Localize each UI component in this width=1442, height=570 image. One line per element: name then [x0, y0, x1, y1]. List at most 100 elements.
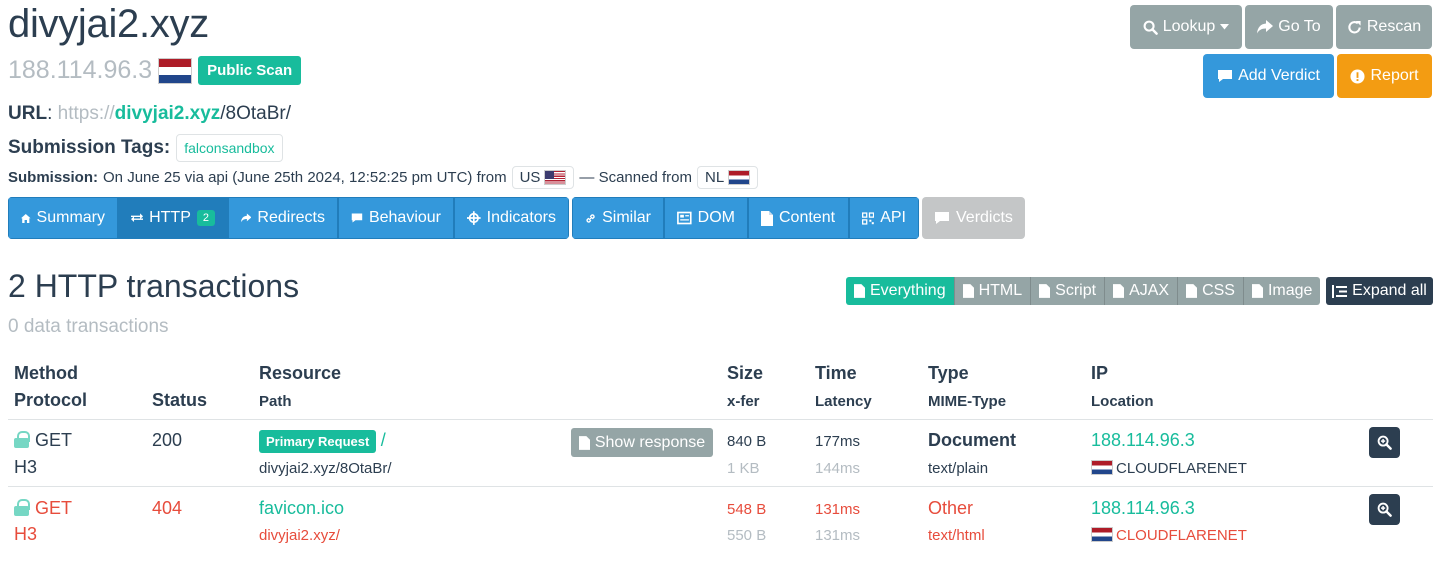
lookup-button[interactable]: Lookup — [1130, 5, 1242, 49]
lock-icon — [14, 499, 30, 516]
col-latency: Latency — [815, 393, 872, 410]
type-filter-group: Everything HTML Script AJAX CSS Image — [846, 277, 1321, 305]
qrcode-icon — [862, 211, 875, 225]
row1-latency: 144ms — [815, 460, 861, 477]
row1-size: 840 B — [727, 433, 767, 450]
submission-label: Submission: — [8, 169, 99, 186]
row1-path: divyjai2.xyz/8OtaBr/ — [259, 460, 392, 477]
zoom-in-icon — [1377, 502, 1392, 517]
row2-ip-link[interactable]: 188.114.96.3 — [1091, 498, 1195, 519]
col-status: Status — [152, 390, 208, 410]
submission-line: Submission: On June 25 via api (June 25t… — [8, 166, 759, 189]
url-host-link[interactable]: divyjai2.xyz — [115, 103, 221, 124]
filter-html[interactable]: HTML — [954, 277, 1032, 305]
add-verdict-button[interactable]: Add Verdict — [1203, 54, 1334, 98]
share-arrow-icon — [241, 213, 252, 223]
row2-xfer: 550 B — [727, 527, 767, 544]
public-scan-badge: Public Scan — [198, 56, 302, 85]
primary-tabs: Summary HTTP 2 Redirects Behaviour Indic… — [8, 197, 569, 239]
caret-down-icon — [1220, 24, 1230, 30]
row1-ip-link[interactable]: 188.114.96.3 — [1091, 430, 1195, 451]
tab-similar[interactable]: Similar — [572, 197, 664, 239]
tab-behaviour[interactable]: Behaviour — [338, 197, 454, 239]
rescan-button[interactable]: Rescan — [1336, 5, 1432, 49]
file-icon — [962, 284, 974, 298]
report-button[interactable]: Report — [1337, 54, 1432, 98]
col-location: Location — [1091, 393, 1154, 410]
row2-method: GET — [14, 498, 72, 519]
filter-css[interactable]: CSS — [1178, 277, 1244, 305]
divider — [8, 486, 1433, 487]
col-ip: IP — [1091, 363, 1109, 383]
row2-location: CLOUDFLARENET — [1091, 527, 1247, 544]
us-flag-icon — [544, 170, 567, 185]
tags-label: Submission Tags: — [8, 137, 171, 158]
show-response-button[interactable]: Show response — [571, 428, 713, 457]
crosshair-icon — [467, 211, 481, 225]
row2-zoom-button[interactable] — [1369, 494, 1400, 525]
file-icon — [1039, 284, 1051, 298]
expand-all-button[interactable]: Expand all — [1326, 277, 1433, 305]
link-icon — [586, 213, 595, 223]
col-mime: MIME-Type — [928, 393, 1007, 410]
row1-method: GET — [14, 430, 72, 451]
row1-zoom-button[interactable] — [1369, 427, 1400, 458]
col-time: Time — [815, 363, 857, 383]
col-method: Method — [14, 363, 78, 383]
primary-request-badge: Primary Request — [259, 430, 377, 453]
row2-resource-link[interactable]: favicon.ico — [259, 498, 344, 519]
col-xfer: x-fer — [727, 393, 760, 410]
divider — [8, 419, 1433, 420]
filter-everything[interactable]: Everything — [846, 277, 955, 305]
row1-time: 177ms — [815, 433, 861, 450]
file-icon — [1113, 284, 1125, 298]
filter-script[interactable]: Script — [1031, 277, 1106, 305]
url-label: URL — [8, 103, 48, 124]
url-line: URL: https://divyjai2.xyz/8OtaBr/ — [8, 103, 292, 124]
http-count-badge: 2 — [196, 210, 215, 226]
tab-dom[interactable]: DOM — [664, 197, 748, 239]
col-path: Path — [259, 393, 292, 410]
submission-tags: Submission Tags: falconsandbox — [8, 134, 283, 162]
row2-mime: text/html — [928, 527, 985, 544]
file-icon — [1186, 284, 1198, 298]
tab-redirects[interactable]: Redirects — [228, 197, 338, 239]
col-type: Type — [928, 363, 969, 383]
tab-content[interactable]: Content — [748, 197, 849, 239]
file-icon — [578, 435, 590, 450]
submission-text: On June 25 via api (June 25th 2024, 12:5… — [103, 169, 507, 186]
row2-time: 131ms — [815, 501, 861, 518]
col-protocol: Protocol — [14, 390, 88, 410]
section-subtitle: 0 data transactions — [8, 316, 169, 337]
refresh-icon — [1348, 20, 1361, 33]
go-to-button[interactable]: Go To — [1245, 5, 1333, 49]
tab-summary[interactable]: Summary — [8, 197, 118, 239]
netherlands-flag-icon — [1091, 460, 1113, 475]
filter-image[interactable]: Image — [1243, 277, 1321, 305]
tab-http[interactable]: HTTP 2 — [118, 197, 228, 239]
filter-ajax[interactable]: AJAX — [1105, 277, 1179, 305]
ip-address: 188.114.96.3 — [8, 56, 153, 84]
row2-size: 548 B — [727, 501, 767, 518]
secondary-tabs: Similar DOM Content API — [572, 197, 919, 239]
tab-api[interactable]: API — [849, 197, 919, 239]
tag-pill[interactable]: falconsandbox — [176, 134, 283, 162]
page-title: divyjai2.xyz — [8, 2, 209, 46]
tab-verdicts[interactable]: Verdicts — [922, 197, 1025, 239]
zoom-in-icon — [1377, 435, 1392, 450]
submitter-country: US — [511, 166, 575, 189]
tab-indicators[interactable]: Indicators — [454, 197, 569, 239]
newspaper-icon — [677, 211, 692, 225]
lock-icon — [14, 431, 30, 448]
row1-mime: text/plain — [928, 460, 989, 477]
verdicts-tab-group: Verdicts — [922, 197, 1025, 239]
row1-resource-link[interactable]: / — [381, 430, 386, 450]
col-resource: Resource — [259, 363, 342, 383]
file-icon — [1251, 284, 1263, 298]
netherlands-flag-icon — [158, 57, 193, 84]
file-icon — [761, 210, 773, 226]
exchange-icon — [131, 213, 144, 223]
row2-path: divyjai2.xyz/ — [259, 527, 340, 544]
home-icon — [21, 213, 31, 223]
comment-icon — [935, 212, 949, 224]
